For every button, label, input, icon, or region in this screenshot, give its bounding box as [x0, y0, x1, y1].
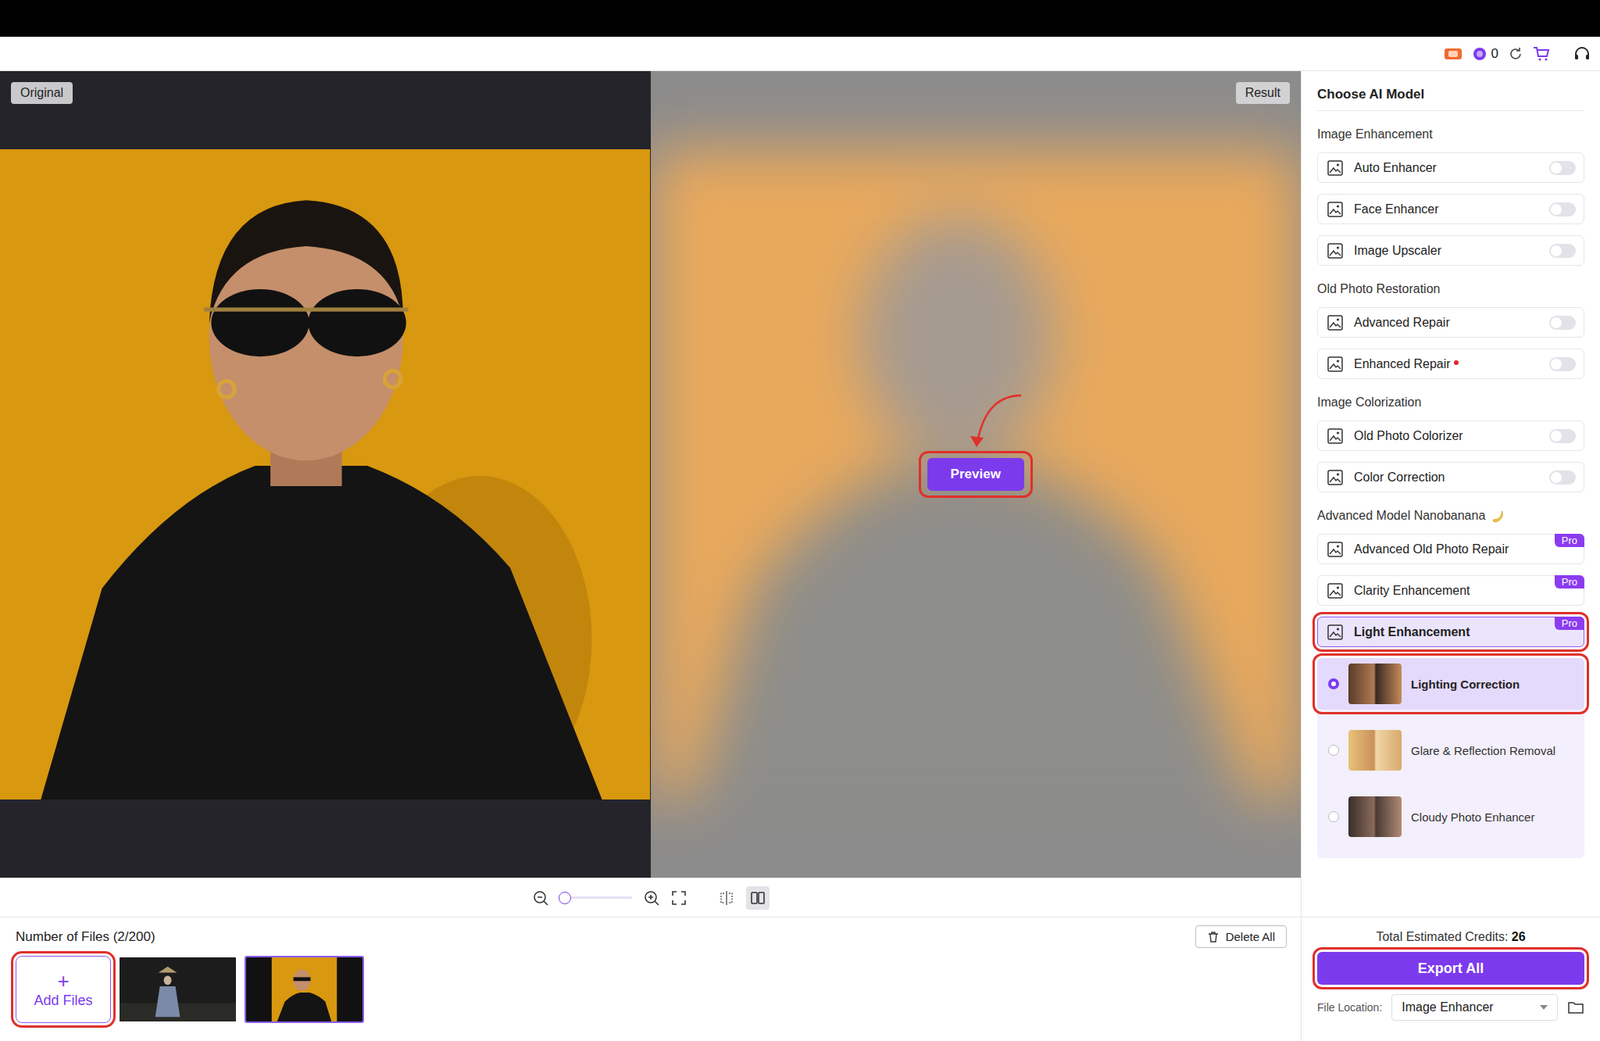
option-list: Lighting Correction Glare & Reflection R… — [1317, 657, 1585, 858]
toggle-switch[interactable] — [1549, 357, 1576, 372]
export-all-button[interactable]: Export All — [1317, 951, 1585, 985]
option-thumbnail — [1348, 729, 1402, 771]
option-thumbnail — [1348, 663, 1402, 704]
pro-badge: Pro — [1554, 533, 1585, 547]
toggle-switch[interactable] — [1549, 428, 1576, 443]
model-row[interactable]: Old Photo Colorizer — [1317, 420, 1585, 451]
toggle-switch[interactable] — [1549, 470, 1576, 485]
model-row[interactable]: Enhanced Repair — [1317, 348, 1585, 379]
portrait-image — [0, 149, 650, 800]
header-bar: 0 — [0, 36, 1600, 72]
original-label: Original — [10, 82, 73, 104]
file-location-select[interactable]: Image Enhancer — [1391, 993, 1558, 1021]
zoom-slider[interactable] — [560, 891, 633, 904]
pro-badge: Pro — [1554, 575, 1585, 589]
model-row[interactable]: Image Upscaler — [1317, 235, 1585, 266]
file-count: Number of Files (2/200) — [15, 928, 156, 945]
ticket-icon[interactable] — [1442, 45, 1464, 63]
folder-icon[interactable] — [1567, 999, 1585, 1015]
section-title: Image Colorization — [1317, 393, 1585, 411]
title-bar — [0, 0, 1600, 37]
view-mode-button[interactable] — [746, 885, 770, 910]
model-icon — [1325, 241, 1345, 261]
pro-badge: Pro — [1554, 616, 1585, 630]
preview-highlight: Preview — [921, 453, 1031, 496]
model-icon — [1325, 539, 1345, 559]
model-row[interactable]: Light Enhancement Pro — [1317, 616, 1585, 647]
model-row[interactable]: Advanced Old Photo Repair Pro — [1317, 533, 1585, 565]
estimated-credits: Total Estimated Credits: 26 — [1317, 929, 1585, 944]
model-row[interactable]: Advanced Repair — [1317, 307, 1585, 338]
compare-canvas: Original Result Preview — [0, 71, 1301, 878]
app-window: 0 Original Result Preview Number of File… — [0, 0, 1600, 1041]
radio-button[interactable] — [1328, 810, 1340, 822]
export-footer: Total Estimated Credits: 26 Export All F… — [1301, 916, 1600, 1041]
toggle-switch[interactable] — [1549, 160, 1576, 175]
banana-icon — [1489, 507, 1506, 524]
option-thumbnail — [1348, 796, 1402, 837]
option-row[interactable]: Cloudy Photo Enhancer — [1317, 790, 1585, 843]
arrow-icon — [958, 390, 1029, 454]
view-mode-button[interactable] — [714, 885, 739, 910]
model-row[interactable]: Face Enhancer — [1317, 193, 1585, 225]
file-thumbnail[interactable] — [244, 955, 365, 1023]
section-title: Old Photo Restoration — [1317, 280, 1585, 298]
side-by-side-icon — [750, 889, 766, 906]
original-photo — [0, 149, 650, 800]
workspace: Original Result Preview Number of Files … — [0, 71, 1301, 1041]
toggle-switch[interactable] — [1549, 315, 1576, 330]
model-icon — [1325, 622, 1345, 642]
fullscreen-icon[interactable] — [671, 889, 687, 906]
coin-icon — [1472, 46, 1487, 61]
model-icon — [1325, 581, 1345, 600]
new-dot — [1453, 360, 1459, 365]
trash-icon — [1207, 930, 1220, 943]
split-view-icon — [718, 889, 735, 906]
panel-title: Choose AI Model — [1317, 71, 1585, 111]
model-icon — [1325, 354, 1345, 374]
zoom-toolbar — [0, 877, 1301, 917]
option-row[interactable]: Lighting Correction — [1317, 657, 1585, 710]
radio-button[interactable] — [1328, 744, 1340, 756]
model-icon — [1325, 313, 1345, 333]
model-icon — [1325, 200, 1345, 219]
result-label: Result — [1235, 82, 1290, 104]
result-view: Result Preview — [650, 71, 1302, 878]
caret-icon — [1539, 1004, 1548, 1010]
zoom-in-icon[interactable] — [642, 889, 661, 907]
model-panel: Choose AI Model Image Enhancement Auto E… — [1300, 71, 1600, 1041]
model-row[interactable]: Color Correction — [1317, 461, 1585, 493]
toggle-switch[interactable] — [1549, 243, 1576, 258]
credit-count: 0 — [1491, 46, 1499, 62]
model-icon — [1325, 467, 1345, 487]
cart-icon[interactable] — [1532, 46, 1550, 62]
delete-all-button[interactable]: Delete All — [1195, 925, 1287, 948]
section-title: Image Enhancement — [1317, 125, 1585, 143]
toggle-switch[interactable] — [1549, 202, 1576, 217]
model-row[interactable]: Auto Enhancer — [1317, 152, 1585, 183]
headset-icon[interactable] — [1573, 45, 1591, 63]
model-icon — [1325, 158, 1345, 178]
model-icon — [1325, 426, 1345, 446]
file-location-label: File Location: — [1317, 1000, 1383, 1014]
zoom-slider-thumb[interactable] — [558, 891, 572, 904]
refresh-icon[interactable] — [1507, 46, 1524, 62]
preview-button[interactable]: Preview — [927, 457, 1025, 491]
option-row[interactable]: Glare & Reflection Removal — [1317, 724, 1585, 776]
model-row[interactable]: Clarity Enhancement Pro — [1317, 575, 1585, 606]
original-view: Original — [0, 71, 651, 878]
add-files-button[interactable]: + Add Files — [15, 955, 111, 1023]
zoom-out-icon[interactable] — [532, 889, 550, 907]
radio-button[interactable] — [1328, 678, 1340, 690]
file-thumbnail[interactable] — [117, 955, 238, 1023]
section-title: Advanced Model Nanobanana — [1317, 507, 1585, 525]
file-strip: Number of Files (2/200) Delete All + Add… — [0, 916, 1301, 1041]
